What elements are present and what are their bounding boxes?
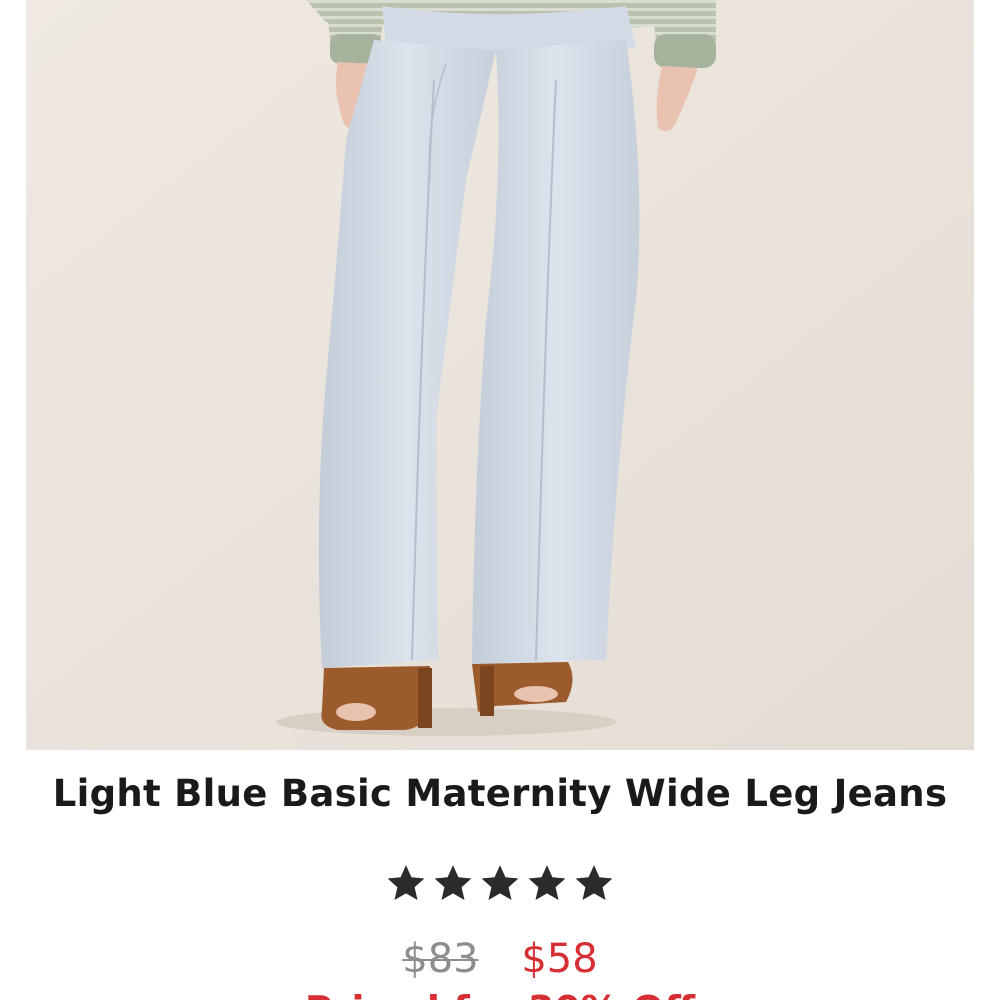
original-price: $83 [402,936,479,982]
product-image[interactable] [26,0,974,750]
promo-text: Priced for 30% Off [0,988,1000,1000]
star-icon [575,865,613,900]
product-title: Light Blue Basic Maternity Wide Leg Jean… [52,772,948,815]
sale-price: $58 [521,936,598,982]
product-photo-icon [26,0,974,750]
star-icon [434,865,472,900]
star-icon [481,865,519,900]
price-block: $83 $58 [0,936,1000,982]
star-icon [528,865,566,900]
product-page: Light Blue Basic Maternity Wide Leg Jean… [0,0,1000,1000]
star-icon [387,865,425,900]
star-rating[interactable] [0,862,1000,908]
